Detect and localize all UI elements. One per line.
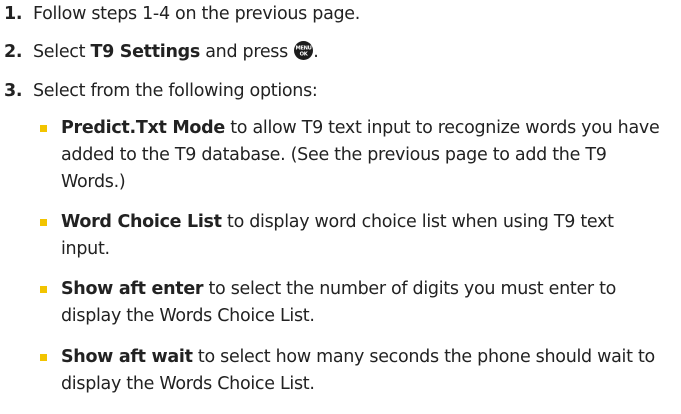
- option-term: Predict.Txt Mode: [61, 118, 225, 138]
- step-text-middle: and press: [199, 42, 294, 62]
- step-number: 1.: [4, 4, 23, 24]
- bullet-marker: [40, 354, 47, 361]
- step-3: 3. Select from the following options:: [4, 77, 318, 105]
- option-term: Show aft wait: [61, 347, 193, 367]
- option-item: Word Choice List to display word choice …: [40, 209, 661, 263]
- bullet-marker: [40, 286, 47, 293]
- step-1: 1. Follow steps 1-4 on the previous page.: [4, 0, 360, 28]
- menu-item-name: T9 Settings: [90, 42, 200, 62]
- step-text: Follow steps 1-4 on the previous page.: [33, 4, 361, 24]
- menu-ok-icon: MENU OK: [294, 41, 314, 60]
- step-number: 3.: [4, 81, 23, 101]
- document-page: 1. Follow steps 1-4 on the previous page.…: [0, 0, 681, 414]
- option-term: Word Choice List: [61, 212, 222, 232]
- step-text-suffix: .: [313, 42, 319, 62]
- menu-ok-icon-label-bottom: OK: [300, 52, 309, 58]
- step-text: Select from the following options:: [33, 81, 318, 101]
- option-item: Show aft wait to select how many seconds…: [40, 344, 661, 398]
- bullet-marker: [40, 219, 47, 226]
- step-2: 2. Select T9 Settings and press MENU OK.: [4, 38, 319, 66]
- option-item: Predict.Txt Mode to allow T9 text input …: [40, 115, 661, 196]
- bullet-marker: [40, 125, 47, 132]
- menu-ok-icon-label-top: MENU: [296, 45, 312, 51]
- option-term: Show aft enter: [61, 279, 204, 299]
- option-item: Show aft enter to select the number of d…: [40, 276, 661, 330]
- step-number: 2.: [4, 42, 23, 62]
- step-text-prefix: Select: [33, 42, 91, 62]
